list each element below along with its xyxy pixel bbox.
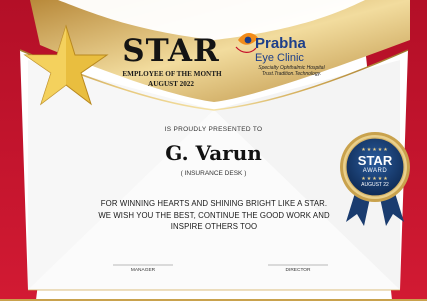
director-label: DIRECTOR — [285, 268, 311, 273]
logo-tagline: Specialty Ophthalmic Hospital Trust.Trad… — [249, 65, 334, 77]
certificate-message: FOR WINNING HEARTS AND SHINING BRIGHT LI… — [98, 199, 330, 231]
badge-date: AUGUST 22 — [361, 182, 389, 188]
certificate-title: STAR — [122, 33, 220, 69]
logo-clinic: Eye Clinic — [255, 52, 304, 64]
manager-label: MANAGER — [130, 268, 156, 273]
certificate: STAR EMPLOYEE OF THE MONTH AUGUST 2022 P… — [0, 0, 427, 302]
certificate-period: AUGUST 2022 — [148, 80, 194, 88]
presented-text: IS PROUDLY PRESENTED TO — [164, 126, 263, 133]
logo-name: Prabha — [255, 35, 306, 52]
recipient-name: G. Varun — [165, 141, 262, 165]
recipient-department: ( INSURANCE DESK ) — [180, 170, 247, 177]
certificate-subtitle: EMPLOYEE OF THE MONTH — [122, 70, 222, 78]
logo-tagline-2: Trust.Tradition.Technology. — [261, 71, 322, 77]
